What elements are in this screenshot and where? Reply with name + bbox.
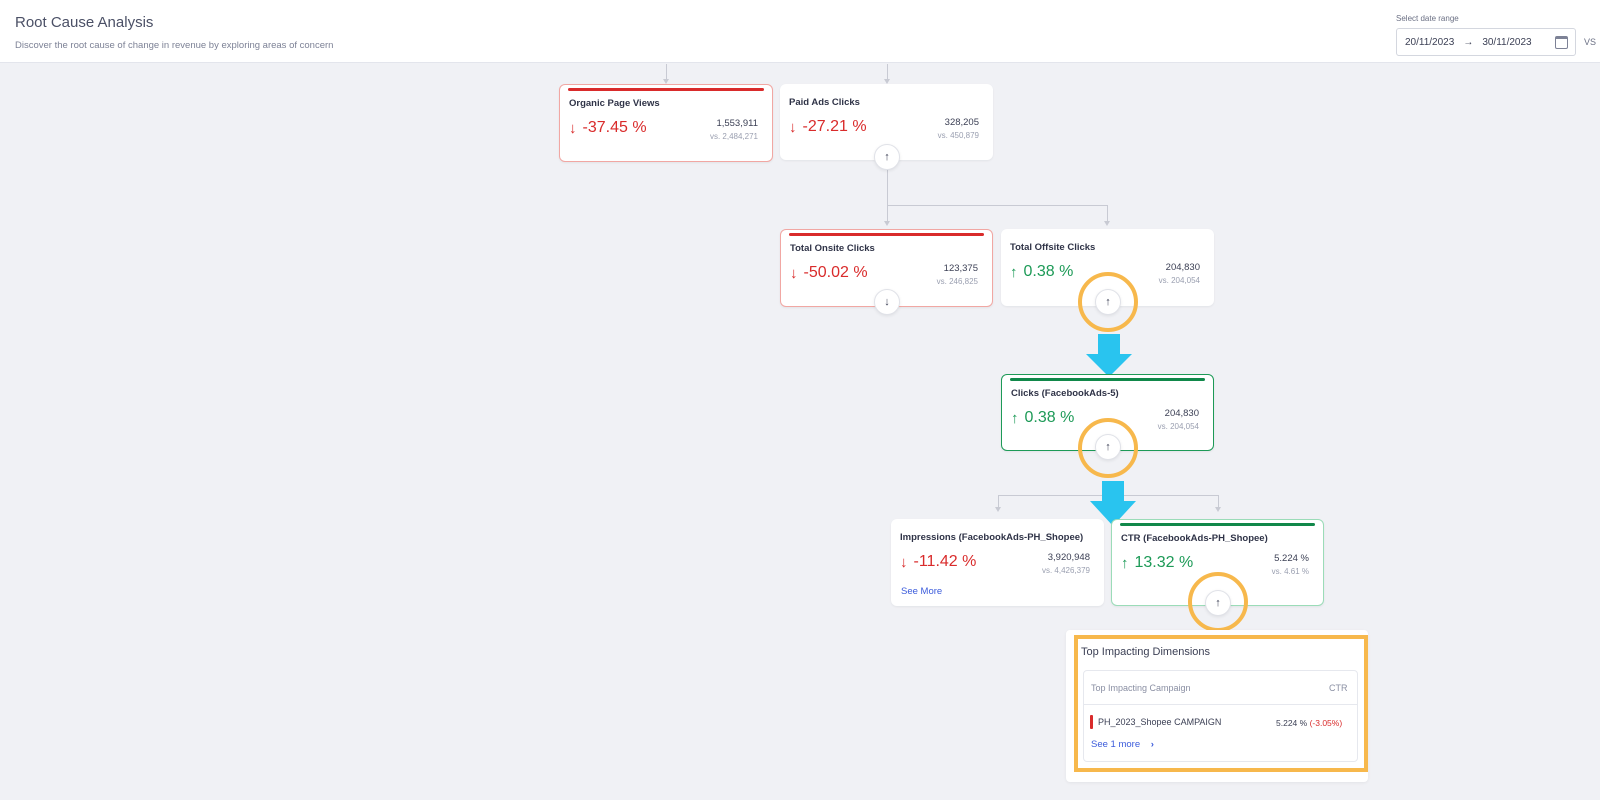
change-value: 13.32 %: [1134, 554, 1194, 571]
arrow-up-icon: ↑: [1121, 554, 1129, 572]
node-title: Impressions (FacebookAds-PH_Shopee): [900, 532, 1084, 543]
compare-vs-label[interactable]: VS: [1584, 37, 1596, 47]
see-more-link[interactable]: See More: [901, 586, 942, 597]
highlight-ring: [1188, 572, 1248, 632]
node-title: Clicks (FacebookAds-5): [1011, 388, 1119, 399]
current-value: 1,553,911: [716, 118, 758, 129]
status-bar: [789, 233, 984, 236]
highlight-ring: [1078, 418, 1138, 478]
date-range-label: Select date range: [1396, 14, 1459, 23]
connector: [887, 170, 888, 222]
connector: [666, 64, 667, 80]
arrow-down-icon: ↓: [789, 118, 797, 136]
node-title: Total Onsite Clicks: [790, 243, 875, 254]
date-range-picker[interactable]: 20/11/2023 → 30/11/2023: [1396, 28, 1576, 56]
page-subtitle: Discover the root cause of change in rev…: [15, 40, 334, 51]
highlight-box: [1074, 635, 1368, 772]
current-value: 123,375: [943, 263, 978, 274]
current-value: 204,830: [1164, 408, 1199, 419]
connector: [887, 205, 1107, 206]
node-change: ↑ 0.38 %: [1010, 263, 1073, 281]
current-value: 328,205: [944, 117, 979, 128]
change-value: 0.38 %: [1024, 409, 1075, 426]
collapse-toggle-button[interactable]: ↑: [874, 144, 900, 170]
change-value: -27.21 %: [802, 118, 867, 135]
change-value: -37.45 %: [582, 119, 647, 136]
connector-tip: [1104, 221, 1110, 226]
calendar-icon[interactable]: [1555, 36, 1568, 49]
date-to: 30/11/2023: [1482, 36, 1532, 48]
compare-value: vs. 2,484,271: [709, 132, 758, 141]
date-arrow-icon: →: [1463, 36, 1474, 48]
arrow-up-icon: ↑: [1011, 409, 1019, 427]
arrow-down-icon: ↓: [790, 264, 798, 282]
flow-arrow-icon: [1086, 334, 1132, 377]
compare-value: vs. 4,426,379: [1041, 566, 1090, 575]
compare-value: vs. 4.61 %: [1271, 567, 1309, 576]
node-change: ↑ 13.32 %: [1121, 554, 1193, 572]
connector-tip: [995, 507, 1001, 512]
node-change: ↑ 0.38 %: [1011, 409, 1074, 427]
connector-tip: [1215, 507, 1221, 512]
status-bar: [568, 88, 764, 91]
current-value: 5.224 %: [1274, 553, 1309, 564]
highlight-ring: [1078, 272, 1138, 332]
change-value: 0.38 %: [1023, 263, 1074, 280]
current-value: 3,920,948: [1047, 552, 1090, 563]
compare-value: vs. 204,054: [1157, 422, 1199, 431]
current-value: 204,830: [1165, 262, 1200, 273]
node-change: ↓ -37.45 %: [569, 119, 647, 137]
expand-toggle-button[interactable]: ↓: [874, 289, 900, 315]
connector: [1107, 205, 1108, 222]
connector-tip: [884, 221, 890, 226]
node-change: ↓ -27.21 %: [789, 118, 867, 136]
node-organic-page-views[interactable]: Organic Page Views ↓ -37.45 % 1,553,911 …: [559, 84, 773, 162]
compare-value: vs. 450,879: [937, 131, 979, 140]
arrow-down-icon: ↓: [900, 553, 908, 571]
arrow-up-icon: ↑: [1010, 263, 1018, 281]
connector: [887, 64, 888, 80]
node-title: CTR (FacebookAds-PH_Shopee): [1121, 533, 1268, 544]
date-from: 20/11/2023: [1405, 36, 1455, 48]
node-impressions[interactable]: Impressions (FacebookAds-PH_Shopee) ↓ -1…: [891, 519, 1104, 606]
page-header: Root Cause Analysis Discover the root ca…: [0, 0, 1600, 63]
node-title: Organic Page Views: [569, 98, 660, 109]
node-change: ↓ -11.42 %: [900, 553, 976, 571]
change-value: -11.42 %: [913, 553, 977, 570]
node-title: Total Offsite Clicks: [1010, 242, 1096, 253]
change-value: -50.02 %: [803, 264, 868, 281]
node-change: ↓ -50.02 %: [790, 264, 868, 282]
compare-value: vs. 246,825: [936, 277, 978, 286]
compare-value: vs. 204,054: [1158, 276, 1200, 285]
node-title: Paid Ads Clicks: [789, 97, 860, 108]
status-bar: [1120, 523, 1315, 526]
status-bar: [1010, 378, 1205, 381]
page-title: Root Cause Analysis: [15, 14, 154, 31]
arrow-down-icon: ↓: [569, 119, 577, 137]
